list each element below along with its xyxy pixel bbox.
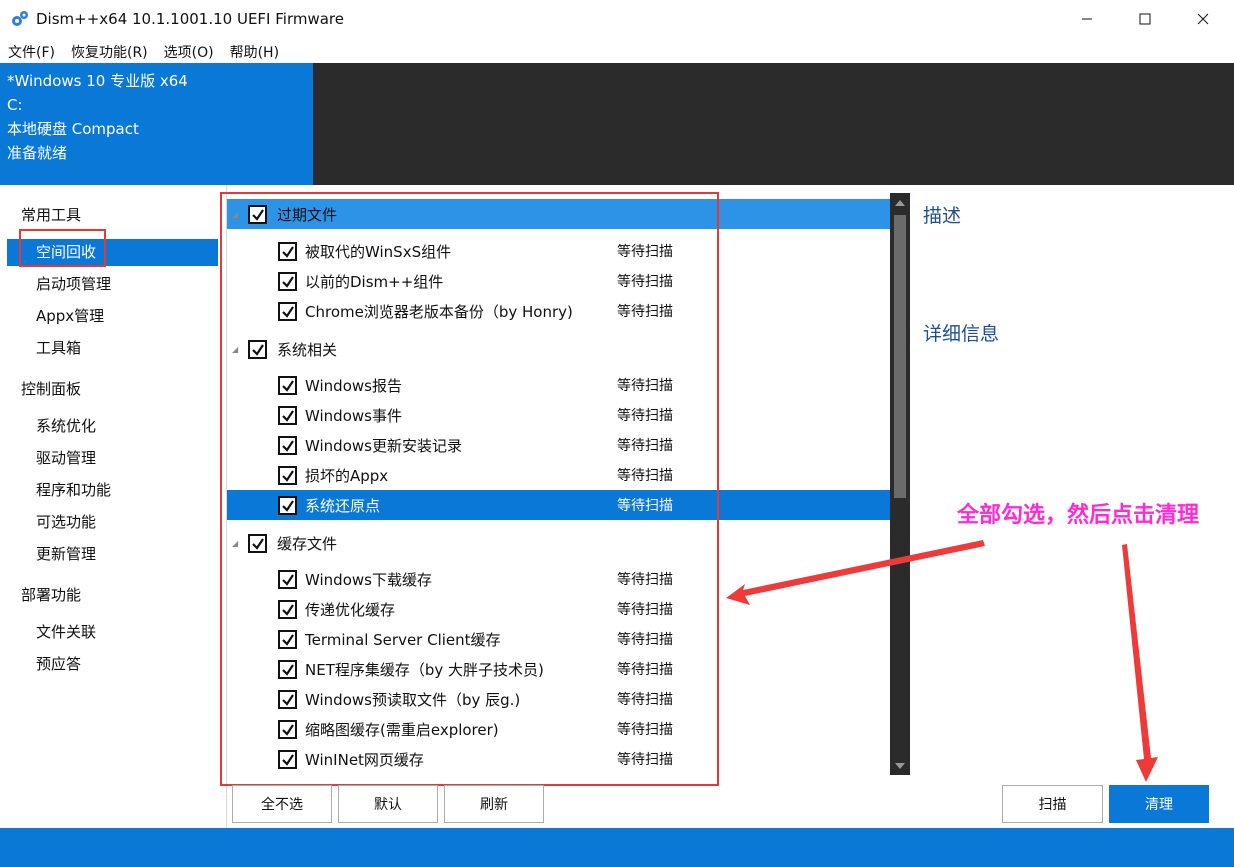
details-title: 详细信息 — [923, 323, 1000, 345]
menu-help[interactable]: 帮助(H) — [222, 38, 287, 63]
menu-file[interactable]: 文件(F) — [0, 38, 63, 63]
maximize-button[interactable] — [1116, 0, 1174, 38]
refresh-button[interactable]: 刷新 — [444, 785, 544, 823]
list-scrollbar[interactable] — [890, 193, 910, 775]
annotation-text: 全部勾选，然后点击清理 — [957, 503, 1200, 528]
status-bar — [0, 828, 1234, 867]
clean-button[interactable]: 清理 — [1109, 785, 1209, 823]
nav-item-toolbox[interactable]: 工具箱 — [7, 335, 218, 362]
close-button[interactable] — [1174, 0, 1232, 38]
session-list-panel — [313, 63, 1234, 185]
default-button[interactable]: 默认 — [338, 785, 438, 823]
highlight-list-box — [220, 192, 719, 786]
maximize-icon — [1139, 13, 1151, 25]
minimize-button[interactable] — [1058, 0, 1116, 38]
nav-group-control-panel: 控制面板 — [21, 380, 82, 398]
menu-options[interactable]: 选项(O) — [156, 38, 222, 63]
nav-item-drivers[interactable]: 驱动管理 — [7, 445, 218, 472]
scroll-thumb[interactable] — [894, 215, 906, 498]
nav-item-appx[interactable]: Appx管理 — [7, 303, 218, 330]
menu-bar: 文件(F) 恢复功能(R) 选项(O) 帮助(H) — [0, 38, 1234, 63]
nav-item-programs[interactable]: 程序和功能 — [7, 477, 218, 504]
nav-group-common-tools: 常用工具 — [21, 206, 82, 224]
drive-letter: C: — [7, 96, 23, 114]
menu-restore[interactable]: 恢复功能(R) — [63, 38, 156, 63]
minimize-icon — [1082, 18, 1092, 20]
system-info-panel[interactable]: *Windows 10 专业版 x64 C: 本地硬盘 Compact 准备就绪 — [0, 63, 313, 185]
highlight-nav-box — [19, 229, 106, 267]
scroll-down-icon[interactable] — [895, 763, 905, 769]
gear-icon — [12, 11, 28, 26]
dism-window: Dism++x64 10.1.1001.10 UEFI Firmware 文件(… — [0, 0, 1234, 867]
scroll-up-icon[interactable] — [895, 200, 905, 206]
close-icon — [1197, 13, 1209, 25]
select-none-button[interactable]: 全不选 — [232, 785, 332, 823]
description-title: 描述 — [923, 205, 962, 227]
os-name: *Windows 10 专业版 x64 — [7, 72, 188, 90]
nav-item-optional-features[interactable]: 可选功能 — [7, 509, 218, 536]
status-text: 准备就绪 — [7, 144, 68, 162]
nav-item-optimize[interactable]: 系统优化 — [7, 413, 218, 440]
nav-item-updates[interactable]: 更新管理 — [7, 541, 218, 568]
nav-group-deploy: 部署功能 — [21, 586, 82, 604]
nav-item-unattend[interactable]: 预应答 — [7, 651, 218, 678]
scan-button[interactable]: 扫描 — [1002, 785, 1103, 823]
sidebar-nav: 常用工具 空间回收 启动项管理 Appx管理 工具箱 控制面板 系统优化 驱动管… — [0, 185, 227, 828]
window-title: Dism++x64 10.1.1001.10 UEFI Firmware — [36, 10, 344, 28]
nav-item-startup[interactable]: 启动项管理 — [7, 271, 218, 298]
drive-type: 本地硬盘 Compact — [7, 120, 139, 138]
title-bar: Dism++x64 10.1.1001.10 UEFI Firmware — [0, 0, 1234, 38]
nav-item-file-assoc[interactable]: 文件关联 — [7, 619, 218, 646]
